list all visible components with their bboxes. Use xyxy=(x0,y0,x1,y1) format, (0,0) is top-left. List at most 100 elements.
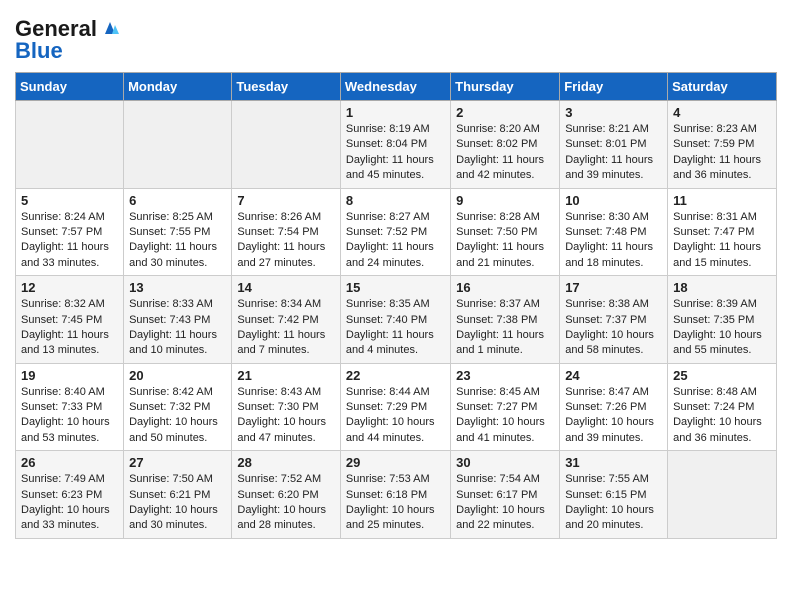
day-number: 16 xyxy=(456,280,554,295)
day-number: 29 xyxy=(346,455,445,470)
day-info: Sunrise: 8:43 AM Sunset: 7:30 PM Dayligh… xyxy=(237,385,335,447)
weekday-header-wednesday: Wednesday xyxy=(340,73,450,101)
calendar-week-1: 1 Sunrise: 8:19 AM Sunset: 8:04 PM Daylig… xyxy=(16,101,777,189)
day-info: Sunrise: 7:52 AM Sunset: 6:20 PM Dayligh… xyxy=(237,472,335,534)
calendar-cell: 25Sunrise: 8:48 AM Sunset: 7:24 PM Dayli… xyxy=(668,363,777,451)
day-number: 15 xyxy=(346,280,445,295)
day-number: 11 xyxy=(673,193,771,208)
day-number: 27 xyxy=(129,455,226,470)
day-number: 17 xyxy=(565,280,662,295)
calendar-cell: 18Sunrise: 8:39 AM Sunset: 7:35 PM Dayli… xyxy=(668,276,777,364)
calendar-cell: 14Sunrise: 8:34 AM Sunset: 7:42 PM Dayli… xyxy=(232,276,341,364)
weekday-header-saturday: Saturday xyxy=(668,73,777,101)
day-info: Sunrise: 8:33 AM Sunset: 7:43 PM Dayligh… xyxy=(129,297,226,359)
calendar-week-2: 5 Sunrise: 8:24 AM Sunset: 7:57 PM Daylig… xyxy=(16,188,777,276)
calendar-cell: 21 Sunrise: 8:43 AM Sunset: 7:30 PM Dayli… xyxy=(232,363,341,451)
logo-icon xyxy=(99,16,121,38)
calendar-cell: 2Sunrise: 8:20 AM Sunset: 8:02 PM Daylig… xyxy=(451,101,560,189)
weekday-header-tuesday: Tuesday xyxy=(232,73,341,101)
day-info: Sunrise: 7:53 AM Sunset: 6:18 PM Dayligh… xyxy=(346,472,445,534)
day-info: Sunrise: 8:44 AM Sunset: 7:29 PM Dayligh… xyxy=(346,385,445,447)
weekday-header-thursday: Thursday xyxy=(451,73,560,101)
calendar-cell: 6 Sunrise: 8:25 AM Sunset: 7:55 PM Daylig… xyxy=(124,188,232,276)
weekday-header-friday: Friday xyxy=(560,73,668,101)
day-info: Sunrise: 8:23 AM Sunset: 7:59 PM Dayligh… xyxy=(673,122,771,184)
day-info: Sunrise: 8:40 AM Sunset: 7:33 PM Dayligh… xyxy=(21,385,118,447)
day-info: Sunrise: 8:45 AM Sunset: 7:27 PM Dayligh… xyxy=(456,385,554,447)
day-info: Sunrise: 8:25 AM Sunset: 7:55 PM Dayligh… xyxy=(129,210,226,272)
day-number: 22 xyxy=(346,368,445,383)
day-info: Sunrise: 8:26 AM Sunset: 7:54 PM Dayligh… xyxy=(237,210,335,272)
calendar-week-4: 19 Sunrise: 8:40 AM Sunset: 7:33 PM Dayli… xyxy=(16,363,777,451)
logo-blue: Blue xyxy=(15,38,63,64)
calendar-cell xyxy=(668,451,777,539)
calendar-cell: 27 Sunrise: 7:50 AM Sunset: 6:21 PM Dayli… xyxy=(124,451,232,539)
calendar-cell: 31 Sunrise: 7:55 AM Sunset: 6:15 PM Dayli… xyxy=(560,451,668,539)
day-info: Sunrise: 8:47 AM Sunset: 7:26 PM Dayligh… xyxy=(565,385,662,447)
day-number: 14 xyxy=(237,280,335,295)
calendar-cell xyxy=(124,101,232,189)
calendar-cell: 29 Sunrise: 7:53 AM Sunset: 6:18 PM Dayli… xyxy=(340,451,450,539)
day-info: Sunrise: 7:55 AM Sunset: 6:15 PM Dayligh… xyxy=(565,472,662,534)
day-number: 21 xyxy=(237,368,335,383)
calendar-cell: 15 Sunrise: 8:35 AM Sunset: 7:40 PM Dayli… xyxy=(340,276,450,364)
day-number: 4 xyxy=(673,105,771,120)
page-header: General Blue xyxy=(15,10,777,64)
calendar-cell: 8 Sunrise: 8:27 AM Sunset: 7:52 PM Daylig… xyxy=(340,188,450,276)
day-number: 6 xyxy=(129,193,226,208)
calendar-cell: 1 Sunrise: 8:19 AM Sunset: 8:04 PM Daylig… xyxy=(340,101,450,189)
day-number: 31 xyxy=(565,455,662,470)
day-info: Sunrise: 8:30 AM Sunset: 7:48 PM Dayligh… xyxy=(565,210,662,272)
calendar-cell: 10 Sunrise: 8:30 AM Sunset: 7:48 PM Dayli… xyxy=(560,188,668,276)
calendar-table: SundayMondayTuesdayWednesdayThursdayFrid… xyxy=(15,72,777,539)
day-info: Sunrise: 8:20 AM Sunset: 8:02 PM Dayligh… xyxy=(456,122,554,184)
day-number: 19 xyxy=(21,368,118,383)
day-number: 1 xyxy=(346,105,445,120)
weekday-header-sunday: Sunday xyxy=(16,73,124,101)
day-info: Sunrise: 8:27 AM Sunset: 7:52 PM Dayligh… xyxy=(346,210,445,272)
calendar-cell: 9Sunrise: 8:28 AM Sunset: 7:50 PM Daylig… xyxy=(451,188,560,276)
calendar-cell: 30 Sunrise: 7:54 AM Sunset: 6:17 PM Dayli… xyxy=(451,451,560,539)
calendar-cell: 26 Sunrise: 7:49 AM Sunset: 6:23 PM Dayli… xyxy=(16,451,124,539)
calendar-cell xyxy=(232,101,341,189)
calendar-cell: 22 Sunrise: 8:44 AM Sunset: 7:29 PM Dayli… xyxy=(340,363,450,451)
day-number: 5 xyxy=(21,193,118,208)
day-info: Sunrise: 8:38 AM Sunset: 7:37 PM Dayligh… xyxy=(565,297,662,359)
calendar-cell xyxy=(16,101,124,189)
day-number: 13 xyxy=(129,280,226,295)
day-number: 8 xyxy=(346,193,445,208)
calendar-cell: 20 Sunrise: 8:42 AM Sunset: 7:32 PM Dayli… xyxy=(124,363,232,451)
calendar-week-5: 26 Sunrise: 7:49 AM Sunset: 6:23 PM Dayli… xyxy=(16,451,777,539)
day-info: Sunrise: 8:35 AM Sunset: 7:40 PM Dayligh… xyxy=(346,297,445,359)
day-number: 20 xyxy=(129,368,226,383)
calendar-cell: 28 Sunrise: 7:52 AM Sunset: 6:20 PM Dayli… xyxy=(232,451,341,539)
day-info: Sunrise: 8:42 AM Sunset: 7:32 PM Dayligh… xyxy=(129,385,226,447)
day-number: 24 xyxy=(565,368,662,383)
day-number: 30 xyxy=(456,455,554,470)
day-info: Sunrise: 8:48 AM Sunset: 7:24 PM Dayligh… xyxy=(673,385,771,447)
day-number: 7 xyxy=(237,193,335,208)
day-info: Sunrise: 7:54 AM Sunset: 6:17 PM Dayligh… xyxy=(456,472,554,534)
day-info: Sunrise: 8:21 AM Sunset: 8:01 PM Dayligh… xyxy=(565,122,662,184)
day-info: Sunrise: 8:19 AM Sunset: 8:04 PM Dayligh… xyxy=(346,122,445,184)
day-info: Sunrise: 8:37 AM Sunset: 7:38 PM Dayligh… xyxy=(456,297,554,359)
calendar-week-3: 12Sunrise: 8:32 AM Sunset: 7:45 PM Dayli… xyxy=(16,276,777,364)
day-number: 12 xyxy=(21,280,118,295)
calendar-cell: 23Sunrise: 8:45 AM Sunset: 7:27 PM Dayli… xyxy=(451,363,560,451)
day-number: 10 xyxy=(565,193,662,208)
day-info: Sunrise: 8:24 AM Sunset: 7:57 PM Dayligh… xyxy=(21,210,118,272)
day-info: Sunrise: 7:50 AM Sunset: 6:21 PM Dayligh… xyxy=(129,472,226,534)
weekday-header-monday: Monday xyxy=(124,73,232,101)
calendar-cell: 7 Sunrise: 8:26 AM Sunset: 7:54 PM Daylig… xyxy=(232,188,341,276)
calendar-cell: 13 Sunrise: 8:33 AM Sunset: 7:43 PM Dayli… xyxy=(124,276,232,364)
day-info: Sunrise: 8:31 AM Sunset: 7:47 PM Dayligh… xyxy=(673,210,771,272)
calendar-cell: 16 Sunrise: 8:37 AM Sunset: 7:38 PM Dayli… xyxy=(451,276,560,364)
day-number: 9 xyxy=(456,193,554,208)
day-number: 26 xyxy=(21,455,118,470)
day-number: 28 xyxy=(237,455,335,470)
logo: General Blue xyxy=(15,10,121,64)
calendar-cell: 3Sunrise: 8:21 AM Sunset: 8:01 PM Daylig… xyxy=(560,101,668,189)
day-info: Sunrise: 7:49 AM Sunset: 6:23 PM Dayligh… xyxy=(21,472,118,534)
calendar-cell: 19 Sunrise: 8:40 AM Sunset: 7:33 PM Dayli… xyxy=(16,363,124,451)
day-number: 18 xyxy=(673,280,771,295)
